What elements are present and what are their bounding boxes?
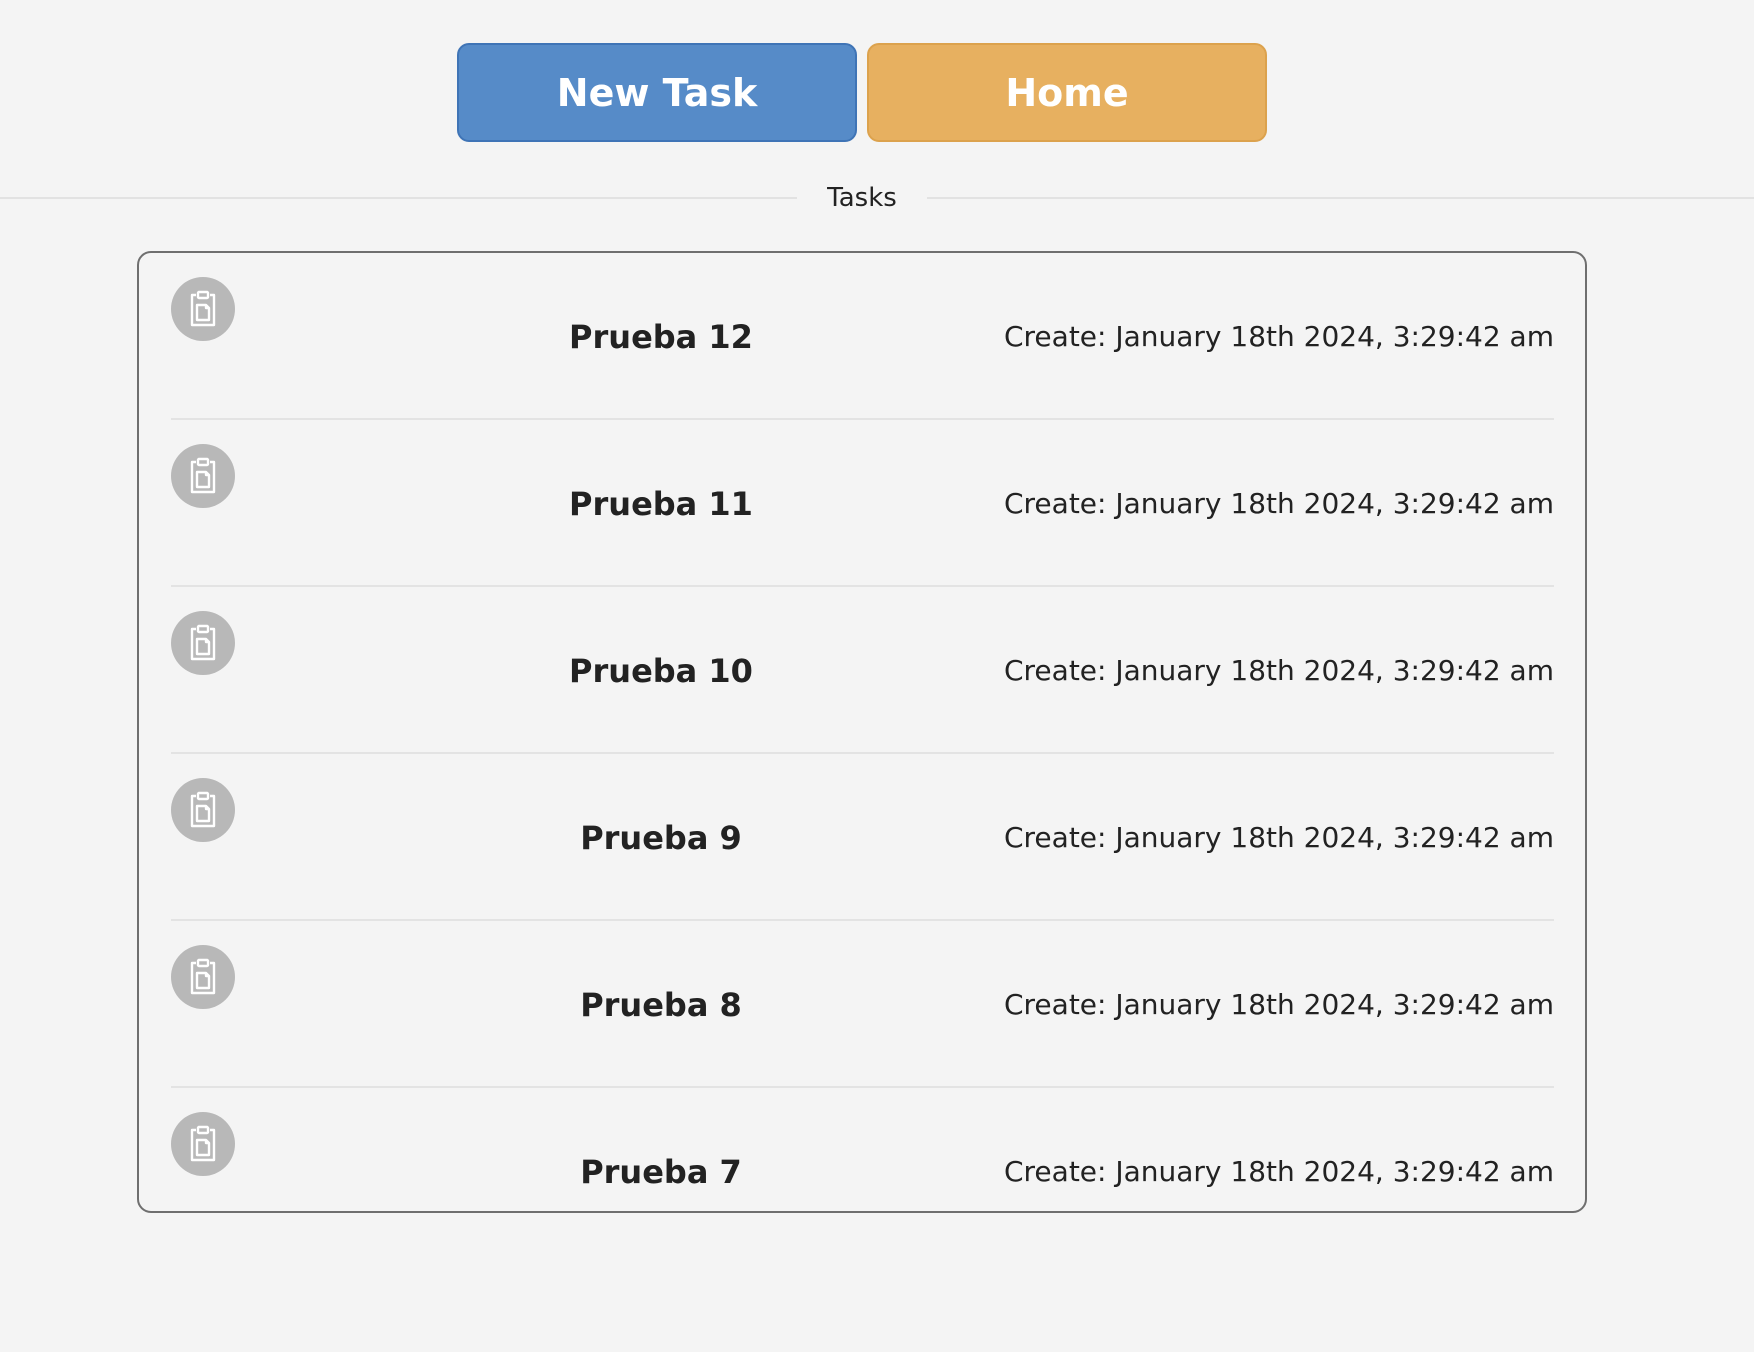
- task-item[interactable]: Prueba 10 Create: January 18th 2024, 3:2…: [171, 587, 1554, 754]
- clipboard-icon: [171, 778, 235, 842]
- task-created-date: Create: January 18th 2024, 3:29:42 am: [1003, 1155, 1554, 1188]
- task-item[interactable]: Prueba 7 Create: January 18th 2024, 3:29…: [171, 1088, 1554, 1211]
- toolbar: New Task Home: [457, 43, 1267, 142]
- clipboard-icon: [171, 611, 235, 675]
- new-task-button[interactable]: New Task: [457, 43, 857, 142]
- task-title: Prueba 9: [580, 819, 742, 857]
- tasks-section-title: Tasks: [827, 183, 897, 213]
- task-item[interactable]: Prueba 12 Create: January 18th 2024, 3:2…: [171, 253, 1554, 420]
- tasks-section-divider: Tasks: [0, 180, 1754, 216]
- task-title: Prueba 12: [569, 318, 753, 356]
- clipboard-icon: [171, 444, 235, 508]
- divider-line-right: [927, 197, 1754, 199]
- task-title: Prueba 7: [580, 1153, 742, 1191]
- task-created-date: Create: January 18th 2024, 3:29:42 am: [1003, 988, 1554, 1021]
- clipboard-icon: [171, 277, 235, 341]
- home-button[interactable]: Home: [867, 43, 1267, 142]
- task-item[interactable]: Prueba 9 Create: January 18th 2024, 3:29…: [171, 754, 1554, 921]
- clipboard-icon: [171, 1112, 235, 1176]
- task-title: Prueba 8: [580, 986, 742, 1024]
- task-item[interactable]: Prueba 11 Create: January 18th 2024, 3:2…: [171, 420, 1554, 587]
- clipboard-icon: [171, 945, 235, 1009]
- task-created-date: Create: January 18th 2024, 3:29:42 am: [1003, 320, 1554, 353]
- task-title: Prueba 10: [569, 652, 753, 690]
- task-created-date: Create: January 18th 2024, 3:29:42 am: [1003, 487, 1554, 520]
- divider-line-left: [0, 197, 797, 199]
- task-created-date: Create: January 18th 2024, 3:29:42 am: [1003, 654, 1554, 687]
- task-list[interactable]: Prueba 12 Create: January 18th 2024, 3:2…: [137, 251, 1587, 1213]
- task-title: Prueba 11: [569, 485, 753, 523]
- task-created-date: Create: January 18th 2024, 3:29:42 am: [1003, 821, 1554, 854]
- task-item[interactable]: Prueba 8 Create: January 18th 2024, 3:29…: [171, 921, 1554, 1088]
